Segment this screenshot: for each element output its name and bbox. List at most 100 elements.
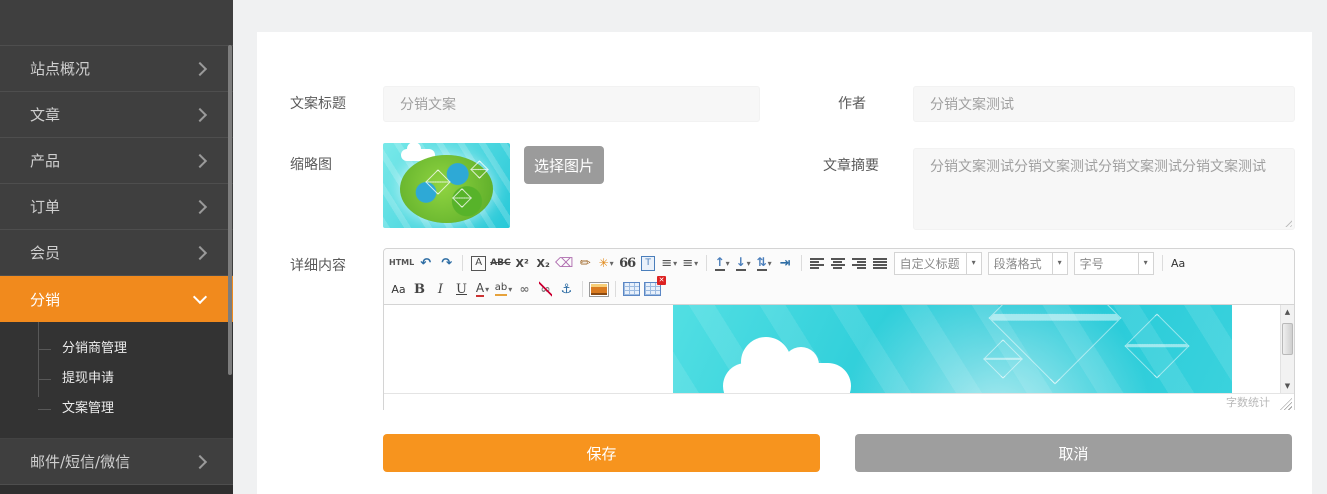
paste-plain-text-icon: T <box>641 256 655 271</box>
ordered-list-button[interactable]: ≡▾ <box>660 252 679 274</box>
format-brush-icon: ✏ <box>580 257 591 270</box>
chevron-right-icon <box>193 245 207 259</box>
source-code-button[interactable]: HTML <box>389 252 414 274</box>
delete-table-button[interactable]: ✕ <box>643 278 662 300</box>
format-brush-button[interactable]: ✏ <box>576 252 595 274</box>
sidebar-submenu: 分销商管理提现申请文案管理 <box>0 322 233 439</box>
remove-format-button[interactable]: ⌫ <box>555 252 574 274</box>
auto-typeset-button[interactable]: ✳▾ <box>597 252 616 274</box>
sidebar-item-label: 产品 <box>30 150 60 171</box>
line-height-button[interactable]: ⇅▾ <box>755 252 774 274</box>
submenu-item[interactable]: 提现申请 <box>0 364 233 394</box>
align-left-button[interactable] <box>808 252 827 274</box>
chevron-down-icon[interactable]: ▾ <box>673 259 677 268</box>
align-right-button[interactable] <box>850 252 869 274</box>
sidebar-item[interactable]: 邮件/短信/微信 <box>0 439 233 485</box>
content-label: 详细内容 <box>290 248 346 284</box>
paragraph-space-before-button[interactable]: ↑▾ <box>713 252 732 274</box>
insert-table-button[interactable] <box>622 278 641 300</box>
undo-button[interactable]: ↶ <box>416 252 435 274</box>
remove-link-button[interactable]: ∞ <box>536 278 555 300</box>
redo-icon: ↷ <box>441 257 452 270</box>
sidebar-item[interactable]: 订单 <box>0 184 233 230</box>
superscript-button[interactable]: X² <box>513 252 532 274</box>
chevron-down-icon[interactable]: ▾ <box>747 259 751 268</box>
save-button[interactable]: 保存 <box>383 434 820 472</box>
subscript-button[interactable]: X₂ <box>534 252 553 274</box>
sidebar-item[interactable]: 会员 <box>0 230 233 276</box>
editor-scrollbar[interactable]: ▲ ▼ <box>1280 305 1294 393</box>
insert-image-button[interactable] <box>589 278 609 300</box>
sidebar-item[interactable]: 站点概况 <box>0 46 233 92</box>
sidebar-scrollbar-thumb[interactable] <box>228 45 232 375</box>
paragraph-space-after-button[interactable]: ↓▾ <box>734 252 753 274</box>
scroll-down-icon[interactable]: ▼ <box>1281 382 1294 390</box>
uppercase-button[interactable]: Aa <box>1169 252 1188 274</box>
underline-icon: U <box>456 283 467 296</box>
ordered-list-icon: ≡ <box>661 257 672 270</box>
choose-image-button[interactable]: 选择图片 <box>524 146 604 184</box>
sidebar-item-label: 邮件/短信/微信 <box>30 451 130 472</box>
chevron-down-icon[interactable]: ▾ <box>1052 253 1067 274</box>
strikethrough-button[interactable]: ABC <box>490 252 510 274</box>
chevron-down-icon[interactable]: ▾ <box>610 259 614 268</box>
align-justify-button[interactable] <box>871 252 890 274</box>
chevron-down-icon[interactable]: ▾ <box>508 285 512 294</box>
chevron-down-icon[interactable]: ▾ <box>768 259 772 268</box>
font-size-select[interactable]: 字号▾ <box>1074 252 1154 275</box>
main-area: 文案标题 作者 缩略图 选择图片 文章摘要 分销文案测试分销文案测试分销文案测试… <box>233 0 1327 494</box>
editor-content[interactable]: ▲ ▼ <box>384 305 1294 393</box>
copy-title-input[interactable] <box>383 86 760 122</box>
paragraph-format-select[interactable]: 段落格式▾ <box>988 252 1068 275</box>
custom-heading-select[interactable]: 自定义标题▾ <box>894 252 982 275</box>
background-color-button[interactable]: ab▾ <box>494 278 513 300</box>
lowercase-button[interactable]: Aa <box>389 278 408 300</box>
chevron-down-icon[interactable]: ▾ <box>1138 253 1153 274</box>
insert-link-button[interactable]: ∞ <box>515 278 534 300</box>
submenu-item[interactable]: 分销商管理 <box>0 334 233 364</box>
toolbar-separator <box>706 255 707 271</box>
toolbar-separator <box>615 281 616 297</box>
sidebar-item-label: 文章 <box>30 104 60 125</box>
envelope-icon <box>1124 313 1189 378</box>
sidebar-item-active[interactable]: 分销 <box>0 276 233 322</box>
unordered-list-button[interactable]: ≡▾ <box>681 252 700 274</box>
underline-button[interactable]: U <box>452 278 471 300</box>
align-justify-icon <box>873 258 887 269</box>
editor-statusbar: 字数统计 <box>384 393 1294 412</box>
redo-button[interactable]: ↷ <box>437 252 456 274</box>
chevron-down-icon[interactable]: ▾ <box>485 285 489 294</box>
blockquote-icon: 66 <box>619 257 635 270</box>
align-center-button[interactable] <box>829 252 848 274</box>
remove-link-icon: ∞ <box>541 283 551 295</box>
font-color-button[interactable]: A▾ <box>473 278 492 300</box>
sidebar-item[interactable]: 产品 <box>0 138 233 184</box>
cancel-button[interactable]: 取消 <box>855 434 1292 472</box>
sidebar-item-label: 会员 <box>30 242 60 263</box>
thumbnail-label: 缩略图 <box>290 147 332 183</box>
chevron-down-icon[interactable]: ▾ <box>694 259 698 268</box>
chevron-right-icon <box>193 107 207 121</box>
sidebar-item[interactable]: 文章 <box>0 92 233 138</box>
first-line-indent-button[interactable]: ⇥ <box>776 252 795 274</box>
author-input[interactable] <box>913 86 1295 122</box>
chevron-down-icon[interactable]: ▾ <box>966 253 981 274</box>
scroll-up-icon[interactable]: ▲ <box>1281 308 1294 316</box>
anchor-button[interactable]: ⚓ <box>557 278 576 300</box>
toolbar-separator <box>1162 255 1163 271</box>
chevron-down-icon[interactable]: ▾ <box>726 259 730 268</box>
form-panel: 文案标题 作者 缩略图 选择图片 文章摘要 分销文案测试分销文案测试分销文案测试… <box>257 32 1312 494</box>
toolbar-row-1: HTML↶↷AABCX²X₂⌫✏✳▾66T≡▾≡▾↑▾↓▾⇅▾⇥自定义标题▾段落… <box>388 250 1290 276</box>
blockquote-button[interactable]: 66 <box>618 252 637 274</box>
chevron-down-icon <box>193 290 207 304</box>
editor-resize-grip[interactable] <box>1280 398 1292 410</box>
summary-label: 文章摘要 <box>823 148 879 184</box>
editor-scrollbar-thumb[interactable] <box>1282 323 1293 355</box>
italic-button[interactable]: I <box>431 278 450 300</box>
bold-button[interactable]: B <box>410 278 429 300</box>
insert-table-icon <box>623 282 640 296</box>
summary-textarea[interactable]: 分销文案测试分销文案测试分销文案测试分销文案测试 <box>913 148 1295 230</box>
submenu-item[interactable]: 文案管理 <box>0 394 233 424</box>
format-match-button[interactable]: A <box>469 252 488 274</box>
paste-plain-text-button[interactable]: T <box>639 252 658 274</box>
